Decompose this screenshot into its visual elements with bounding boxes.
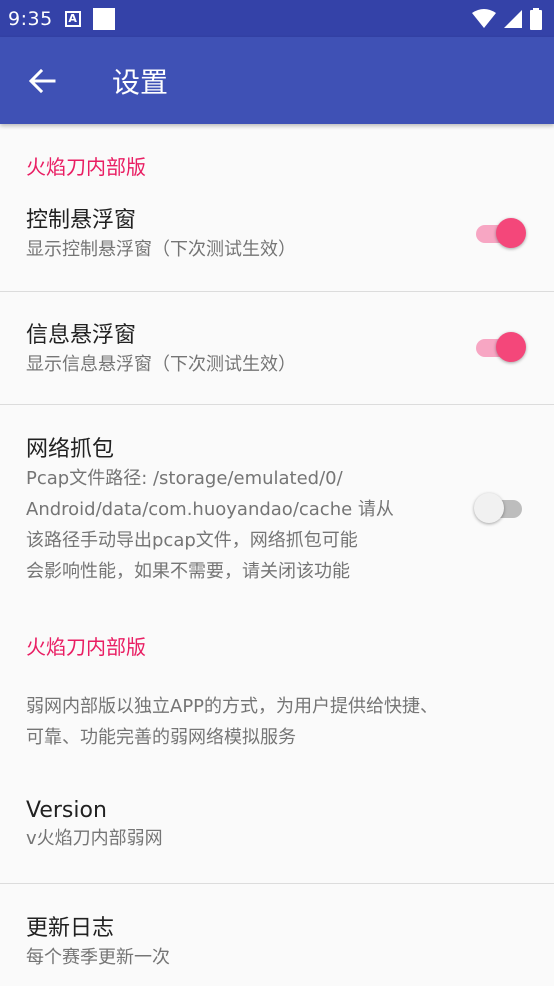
network-capture-switch[interactable] [474, 493, 524, 523]
control-float-switch[interactable] [474, 218, 526, 248]
pref-summary-line: Pcap文件路径: /storage/emulated/0/ [26, 468, 343, 489]
pref-changelog[interactable]: 更新日志 每个赛季更新一次 [0, 884, 554, 979]
status-bar: 9:35 A [0, 0, 554, 37]
pref-info-float[interactable]: 信息悬浮窗 显示信息悬浮窗（下次测试生效） [0, 292, 554, 404]
app-bar: 设置 [0, 37, 554, 124]
category-header-1: 火焰刀内部版 [26, 155, 146, 179]
notification-square-icon [92, 7, 115, 30]
category-header-2: 火焰刀内部版 [26, 635, 146, 659]
wifi-icon [472, 8, 496, 28]
pref-summary: 每个赛季更新一次 [26, 947, 170, 968]
pref-about: 弱网内部版以独立APP的方式，为用户提供给快捷、 可靠、功能完善的弱网络模拟服务 [0, 691, 554, 778]
pref-title: 更新日志 [26, 916, 115, 941]
page-title: 设置 [112, 65, 169, 99]
pref-title: 网络抓包 [26, 437, 115, 462]
settings-list: 火焰刀内部版 控制悬浮窗 显示控制悬浮窗（下次测试生效） 信息悬浮窗 显示信息悬… [0, 124, 554, 979]
pref-summary-line: 该路径手动导出pcap文件，网络抓包可能 [26, 530, 358, 551]
pref-control-float[interactable]: 控制悬浮窗 显示控制悬浮窗（下次测试生效） [0, 182, 554, 291]
pref-summary-line: 会影响性能，如果不需要，请关闭该功能 [26, 561, 350, 582]
pref-network-capture[interactable]: 网络抓包 Pcap文件路径: /storage/emulated/0/ Andr… [0, 405, 554, 611]
info-float-switch[interactable] [474, 332, 526, 362]
pref-version[interactable]: Version v火焰刀内部弱网 [0, 778, 554, 883]
battery-icon [530, 7, 542, 30]
arrow-back-icon [28, 68, 56, 93]
status-time: 9:35 [8, 7, 53, 30]
pref-summary-line: 可靠、功能完善的弱网络模拟服务 [26, 727, 296, 748]
notification-a-icon: A [64, 10, 81, 27]
pref-summary: v火焰刀内部弱网 [26, 828, 163, 849]
back-button[interactable] [0, 37, 84, 124]
cell-signal-icon [504, 9, 522, 28]
pref-summary-line: 弱网内部版以独立APP的方式，为用户提供给快捷、 [26, 696, 439, 717]
pref-title: Version [26, 798, 107, 823]
